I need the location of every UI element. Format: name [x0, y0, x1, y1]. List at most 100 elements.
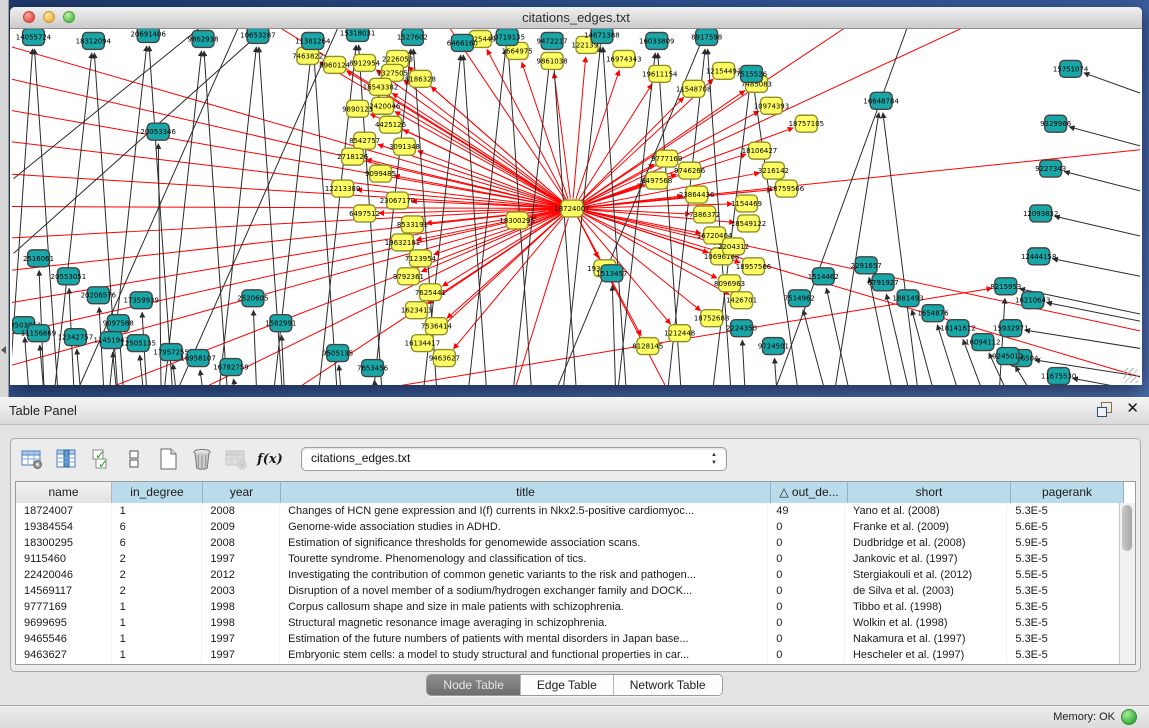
- network-node[interactable]: 8215953: [990, 278, 1021, 295]
- network-node[interactable]: 6497512: [349, 205, 380, 222]
- citation-edge-black[interactable]: [612, 285, 616, 385]
- left-collapse-strip[interactable]: [0, 0, 9, 397]
- citation-edge-black[interactable]: [14, 29, 278, 253]
- network-node[interactable]: 9463627: [429, 350, 460, 367]
- table-row[interactable]: 946554611997Estimation of the future num…: [16, 631, 1120, 647]
- network-node[interactable]: 1623413: [401, 302, 432, 319]
- network-node[interactable]: 12093832: [1023, 205, 1058, 222]
- network-node[interactable]: 8960124: [319, 56, 351, 73]
- network-node[interactable]: 20691406: [130, 29, 165, 42]
- network-node[interactable]: 18312094: [76, 32, 112, 49]
- column-header-pagerank[interactable]: pagerank: [1011, 482, 1124, 503]
- vertical-scrollbar[interactable]: [1119, 503, 1135, 664]
- network-node[interactable]: 7515526: [736, 65, 767, 82]
- network-node[interactable]: 9472217: [537, 32, 568, 49]
- citation-edge-red[interactable]: [416, 210, 560, 240]
- delete-entries-icon[interactable]: [189, 446, 215, 472]
- citation-edge-black[interactable]: [1052, 259, 1140, 279]
- network-node[interactable]: 9792361: [393, 268, 424, 285]
- new-table-icon[interactable]: [155, 446, 181, 472]
- network-node[interactable]: 9724501: [758, 338, 789, 355]
- citation-edge-black[interactable]: [253, 310, 256, 385]
- network-node[interactable]: 20053346: [140, 123, 175, 140]
- network-node[interactable]: 11548708: [676, 80, 711, 97]
- citation-edge-black[interactable]: [774, 358, 777, 385]
- network-node[interactable]: 9245012: [992, 348, 1023, 365]
- network-node[interactable]: 1527602: [397, 29, 428, 45]
- network-node[interactable]: 6497568: [641, 172, 672, 189]
- tab-network-table[interactable]: Network Table: [614, 675, 722, 695]
- citation-edge-red[interactable]: [512, 218, 568, 385]
- function-builder-icon[interactable]: f(x): [257, 446, 283, 472]
- column-header-title[interactable]: title: [281, 482, 771, 503]
- network-node[interactable]: 18957566: [736, 258, 771, 275]
- network-node[interactable]: 2224350: [726, 320, 757, 337]
- citation-edge-black[interactable]: [553, 53, 577, 385]
- network-node[interactable]: 7386372: [689, 206, 720, 223]
- network-node[interactable]: 15318031: [340, 29, 375, 41]
- citation-edge-red[interactable]: [453, 216, 564, 349]
- table-row[interactable]: 977716911998Corpus callosum shape and si…: [16, 599, 1120, 615]
- citation-edge-black[interactable]: [883, 113, 919, 385]
- column-header-name[interactable]: name: [16, 482, 112, 503]
- citation-edge-black[interactable]: [771, 29, 911, 385]
- network-node[interactable]: 9890123: [342, 100, 373, 117]
- network-node[interactable]: 2516061: [23, 250, 54, 267]
- zoom-window-button[interactable]: [63, 11, 75, 23]
- network-node[interactable]: 20553051: [51, 268, 86, 285]
- network-node[interactable]: 3216142: [758, 162, 789, 179]
- citation-edge-black[interactable]: [233, 379, 236, 385]
- network-node[interactable]: 9227343: [1035, 160, 1066, 177]
- table-selector-dropdown[interactable]: citations_edges.txt ▲▼: [301, 447, 727, 471]
- table-row[interactable]: 1872400712008Changes of HCN gene express…: [16, 503, 1120, 519]
- citation-edge-black[interactable]: [1069, 127, 1140, 149]
- window-titlebar[interactable]: citations_edges.txt: [10, 7, 1142, 29]
- network-node[interactable]: 7653456: [357, 360, 388, 377]
- network-node[interactable]: 15932971: [993, 320, 1028, 337]
- network-node[interactable]: 14055724: [16, 29, 52, 45]
- network-node[interactable]: 18141612: [940, 320, 975, 337]
- network-node[interactable]: 16782759: [213, 359, 248, 376]
- network-node[interactable]: 2204312: [718, 238, 749, 255]
- network-node[interactable]: 18752688: [694, 310, 729, 327]
- network-node[interactable]: 16648784: [863, 92, 899, 109]
- network-node[interactable]: 18549122: [731, 215, 766, 232]
- citation-edge-black[interactable]: [1046, 303, 1140, 324]
- network-view[interactable]: 1872400718300295193845547463822896012489…: [12, 29, 1140, 385]
- table-row[interactable]: 2242004622012Investigating the contribut…: [16, 567, 1120, 583]
- table-row[interactable]: 1938455462009Genome-wide association stu…: [16, 519, 1120, 535]
- network-node[interactable]: 8128145: [632, 338, 663, 355]
- network-node[interactable]: 3091348: [389, 138, 420, 155]
- citation-edge-black[interactable]: [869, 277, 894, 385]
- citation-edge-black[interactable]: [14, 29, 213, 179]
- citation-edge-black[interactable]: [826, 288, 851, 385]
- network-node[interactable]: 1514462: [808, 268, 839, 285]
- citation-edge-red[interactable]: [12, 207, 560, 209]
- citation-edge-black[interactable]: [77, 349, 82, 385]
- network-node[interactable]: 12444158: [1021, 248, 1056, 265]
- network-node[interactable]: 8917598: [691, 29, 722, 45]
- citation-edge-black[interactable]: [1015, 366, 1035, 385]
- network-node[interactable]: 1654876: [917, 305, 948, 322]
- citation-edge-black[interactable]: [1054, 216, 1140, 238]
- network-node[interactable]: 9746266: [674, 162, 705, 179]
- row-height-icon[interactable]: [121, 446, 147, 472]
- network-node[interactable]: 8542757: [349, 132, 380, 149]
- citation-edge-black[interactable]: [314, 53, 338, 385]
- column-header-in_degree[interactable]: in_degree: [112, 482, 203, 503]
- network-node[interactable]: 16974343: [606, 50, 641, 67]
- citation-edge-red[interactable]: [12, 174, 560, 208]
- network-node[interactable]: 7625441: [415, 284, 446, 301]
- column-header-year[interactable]: year: [203, 482, 281, 503]
- citation-edge-black[interactable]: [374, 380, 376, 385]
- tab-node-table[interactable]: Node Table: [427, 675, 521, 695]
- network-node[interactable]: 2718126: [337, 148, 368, 165]
- network-node[interactable]: 9861038: [537, 52, 568, 69]
- network-node[interactable]: 4425126: [375, 116, 406, 133]
- network-node[interactable]: 8912954: [349, 54, 381, 71]
- network-node[interactable]: 23864436: [679, 186, 714, 203]
- network-node[interactable]: 9097588: [103, 315, 134, 332]
- citation-edge-red[interactable]: [573, 57, 586, 199]
- column-header-short[interactable]: short: [848, 482, 1011, 503]
- network-node[interactable]: 8186328: [405, 70, 436, 87]
